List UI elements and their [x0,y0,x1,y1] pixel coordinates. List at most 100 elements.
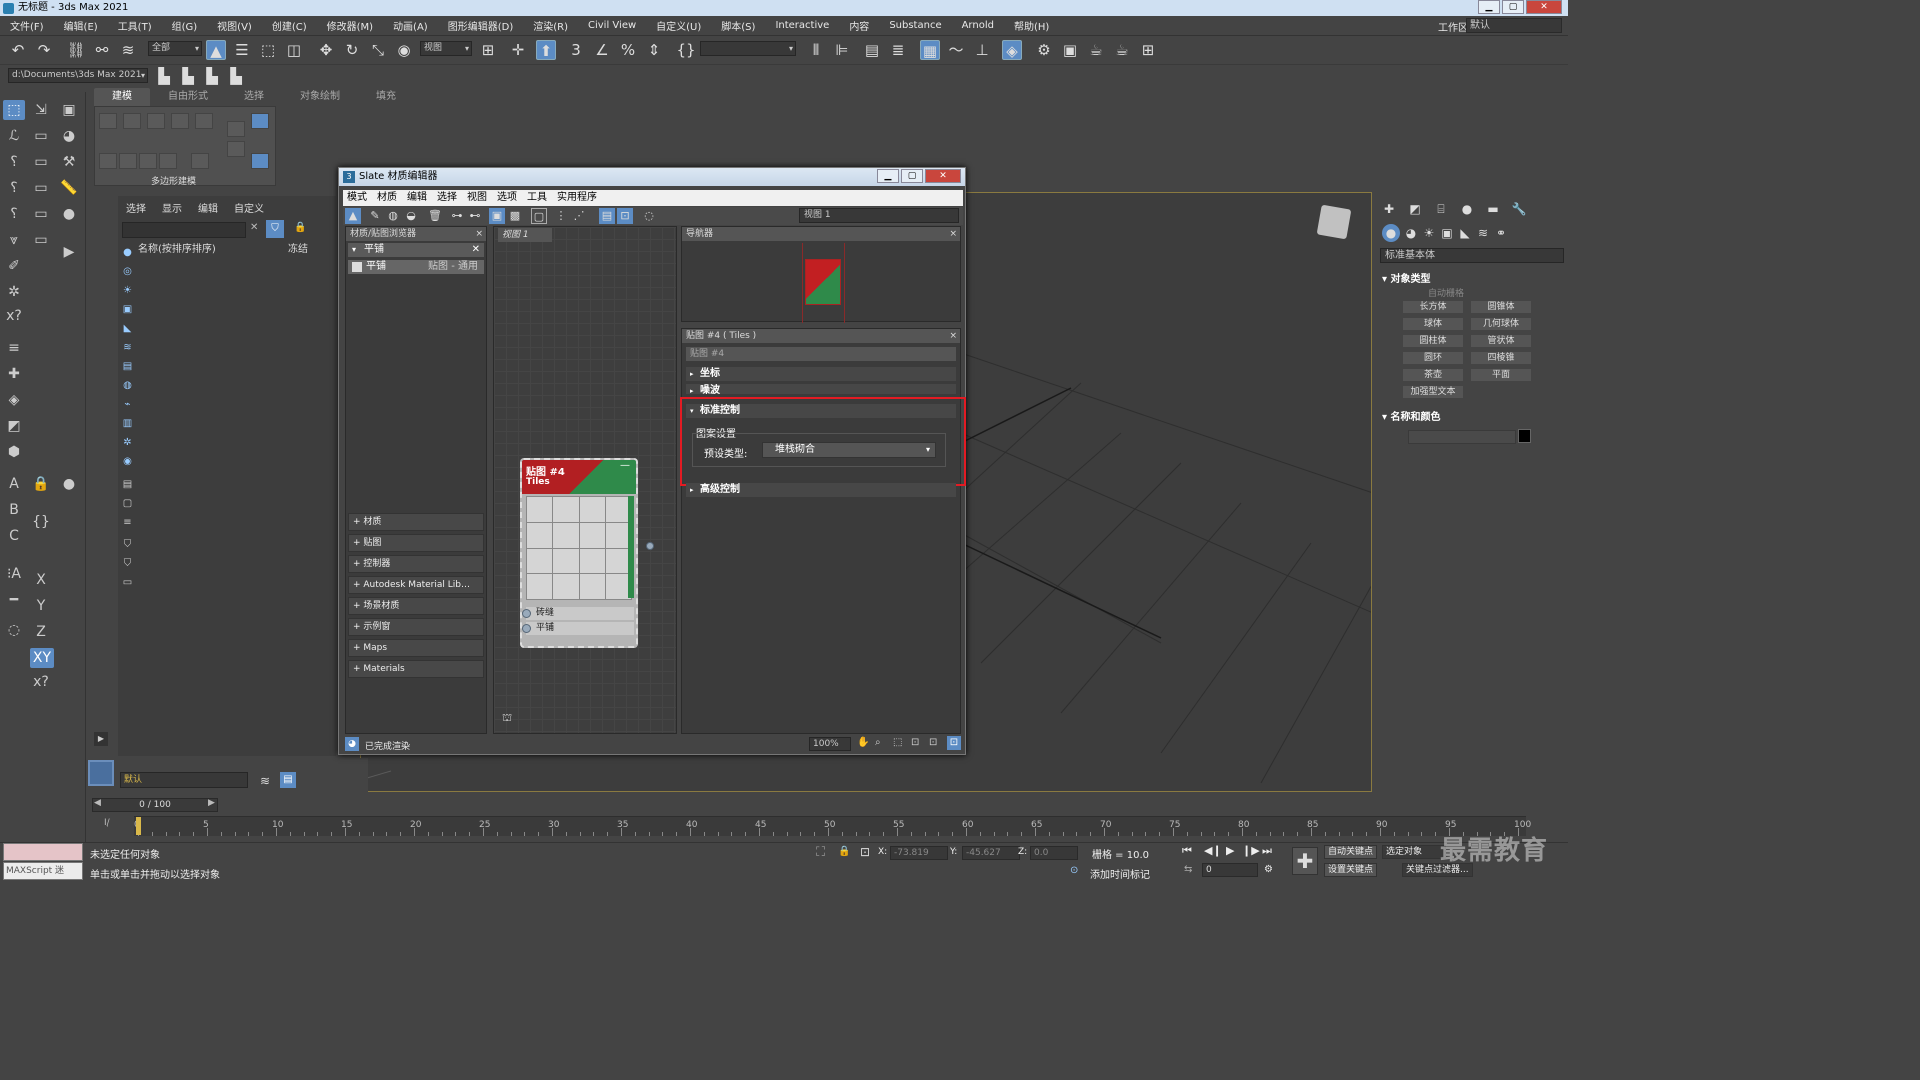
rollout-coordinates[interactable]: ▸ 坐标 [686,367,956,381]
curve-editor-icon[interactable]: 〜 [946,40,966,60]
highlight-icon[interactable]: ◩ [3,416,25,436]
select-icon[interactable]: ⬚ [3,100,25,120]
ribbon-tool-button[interactable] [251,153,269,169]
torus-button[interactable]: 圆环 [1402,351,1464,365]
time-config-icon[interactable]: ⚙ [1264,864,1273,875]
browser-rollout-maps-en[interactable]: + Maps [348,639,484,657]
scale-icon[interactable]: ⤡ [368,40,388,60]
view-tab[interactable]: 视图 1 [498,228,552,242]
keyboard-shortcut-override-icon[interactable]: ⬆ [536,40,556,60]
container-filter-icon[interactable]: ▥ [121,417,134,430]
mortar-slot[interactable]: 砖缝 [522,607,634,620]
ribbon-tool-button[interactable] [227,141,245,157]
material-editor-icon[interactable]: ◈ [1002,40,1022,60]
percent-snap-icon[interactable]: % [618,40,638,60]
text-c-icon[interactable]: C [3,526,25,546]
funnel2-filter-icon[interactable]: ⛉ [121,557,134,570]
next-frame-icon[interactable]: ▶ [208,798,215,808]
hammer-icon[interactable]: ⚒ [58,152,80,172]
axis-x-icon[interactable]: X [30,570,52,590]
show-background-icon[interactable]: ▩ [507,208,523,224]
lock-selection-icon[interactable]: 🔒 [838,846,850,857]
select-manipulate-icon[interactable]: ✛ [508,40,528,60]
ribbon-tab-freeform[interactable]: 自由形式 [150,88,226,106]
node-header[interactable]: 贴图 #4 Tiles — [522,460,636,494]
bone-filter-icon[interactable]: ⌁ [121,398,134,411]
motion-tab-icon[interactable]: ● [1458,200,1476,218]
layer-explorer-icon[interactable]: ≣ [888,40,908,60]
textplus-button[interactable]: 加强型文本 [1402,385,1464,399]
lasso-icon[interactable]: ℒ [3,126,25,146]
snaps-toggle-icon[interactable]: 3 [566,40,586,60]
rotate-icon[interactable]: ↻ [342,40,362,60]
assign-to-selection-icon[interactable]: ◒ [403,208,419,224]
sample-slot-icon[interactable]: ▢ [531,208,547,224]
box4-icon[interactable]: ▭ [30,204,52,224]
menu-content[interactable]: 内容 [839,18,879,33]
select-by-name-icon[interactable]: ☰ [232,40,252,60]
select-object-icon[interactable]: ▲ [206,40,226,60]
shape-filter-icon[interactable]: ◎ [121,265,134,278]
group-close-icon[interactable]: ✕ [472,243,480,257]
menu-help[interactable]: 帮助(H) [1004,18,1059,33]
browser-rollout-autodesk-library[interactable]: + Autodesk Material Lib… [348,576,484,594]
put-to-scene-icon[interactable]: ◍ [385,208,401,224]
slate-select-icon[interactable]: ▲ [345,208,361,224]
box3-icon[interactable]: ▭ [30,178,52,198]
ribbon-tool-button[interactable] [139,153,157,169]
box-icon[interactable]: ▭ [30,126,52,146]
bind-space-warp-icon[interactable]: ≋ [118,40,138,60]
text-b-icon[interactable]: B [3,500,25,520]
ribbon-tool-button[interactable] [171,113,189,129]
render-setup-icon[interactable]: ⚙ [1034,40,1054,60]
viewport-icon[interactable]: ▣ [58,100,80,120]
project-path-dropdown[interactable]: d:\Documents\3ds Max 2021 [8,68,148,83]
paint-select-icon[interactable]: ⩔ [3,230,25,250]
filter-icon[interactable]: ⛉ [266,220,284,238]
box2-icon[interactable]: ▭ [30,152,52,172]
geosphere-button[interactable]: 几何球体 [1470,317,1532,331]
goto-start-icon[interactable]: ⏮ [1182,844,1192,858]
time-tag-icon[interactable]: ⊙ [1070,865,1078,876]
zoom-icon[interactable]: ⌕ [875,737,881,748]
time-slider[interactable]: 0 / 100 [92,798,218,812]
menu-animation[interactable]: 动画(A) [383,18,438,33]
material-map-browser-icon[interactable]: ▤ [599,208,615,224]
browser-close-icon[interactable]: × [475,227,483,241]
menu-substance[interactable]: Substance [879,20,951,31]
menu-file[interactable]: 文件(F) [0,18,54,33]
slate-menu-options[interactable]: 选项 [497,190,517,206]
camera-filter-icon[interactable]: ▣ [121,303,134,316]
cone-button[interactable]: 圆锥体 [1470,300,1532,314]
goto-end-icon[interactable]: ⏭ [1262,844,1272,858]
pan-icon[interactable]: ✋ [857,737,869,748]
box5-icon[interactable]: ▭ [30,230,52,250]
geometry-icon[interactable]: ● [1382,224,1400,242]
node-minimize-icon[interactable]: — [620,460,630,471]
transform-icon[interactable]: ⇲ [30,100,52,120]
plane-button[interactable]: 平面 [1470,368,1532,382]
spacewarp-filter-icon[interactable]: ≋ [121,341,134,354]
tiles-slot[interactable]: 平铺 [522,622,634,635]
utilities-tab-icon[interactable]: 🔧 [1510,200,1528,218]
ribbon-tab-selection[interactable]: 选择 [226,88,282,106]
light-filter-icon[interactable]: ☀ [121,284,134,297]
display-filter-icon[interactable]: ◉ [121,455,134,468]
spinner-snap-icon[interactable]: ⇕ [644,40,664,60]
show-map-in-viewport-icon[interactable]: ▣ [489,208,505,224]
selection-region-icon[interactable]: ⬚ [258,40,278,60]
se-menu-display[interactable]: 显示 [162,200,182,215]
schematic-view-icon[interactable]: ⊥ [972,40,992,60]
render-iterative-icon[interactable]: ☕ [1112,40,1132,60]
rollout-noise[interactable]: ▸ 噪波 [686,384,956,394]
shapes-icon[interactable]: ◕ [1402,224,1420,242]
menu-civil-view[interactable]: Civil View [578,20,646,31]
object-name-input[interactable] [1408,430,1516,444]
viewport-layout-tab[interactable] [88,760,114,786]
page-filter-icon[interactable]: ▢ [121,497,134,510]
orbit-icon[interactable]: ◌ [3,620,25,640]
set-project-icon[interactable]: ▙ [202,66,222,86]
toggle-ribbon-icon[interactable]: ▦ [920,40,940,60]
menu-rendering[interactable]: 渲染(R) [523,18,578,33]
slate-menu-mode[interactable]: 模式 [347,190,367,206]
